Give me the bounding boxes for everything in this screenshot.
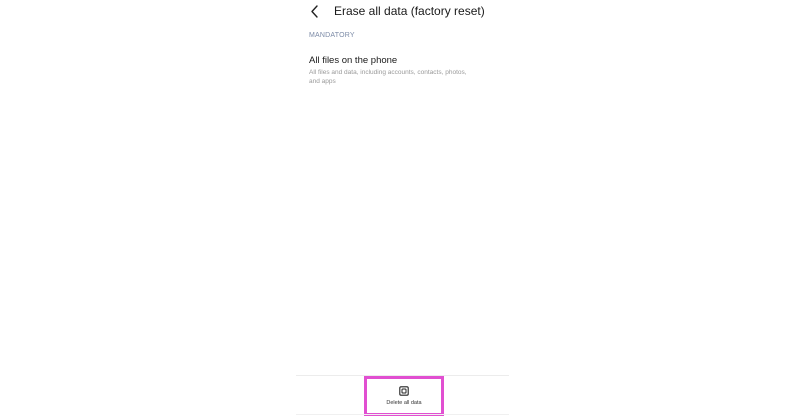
section-label: MANDATORY bbox=[309, 32, 355, 39]
settings-screen: Erase all data (factory reset) MANDATORY… bbox=[296, 0, 509, 420]
page: Erase all data (factory reset) MANDATORY… bbox=[0, 0, 803, 420]
back-button[interactable] bbox=[306, 2, 322, 20]
item-title: All files on the phone bbox=[309, 55, 398, 66]
delete-all-data-label: Delete all data bbox=[386, 400, 422, 406]
erase-icon bbox=[399, 386, 409, 396]
delete-all-data-button[interactable]: Delete all data bbox=[364, 376, 444, 416]
page-title: Erase all data (factory reset) bbox=[334, 4, 485, 18]
item-description: All files and data, including accounts, … bbox=[309, 69, 467, 85]
header-bar: Erase all data (factory reset) bbox=[296, 0, 509, 24]
chevron-left-icon bbox=[310, 4, 318, 18]
bottom-divider-secondary bbox=[296, 414, 509, 415]
list-item-all-files: All files on the phone All files and dat… bbox=[309, 55, 489, 86]
